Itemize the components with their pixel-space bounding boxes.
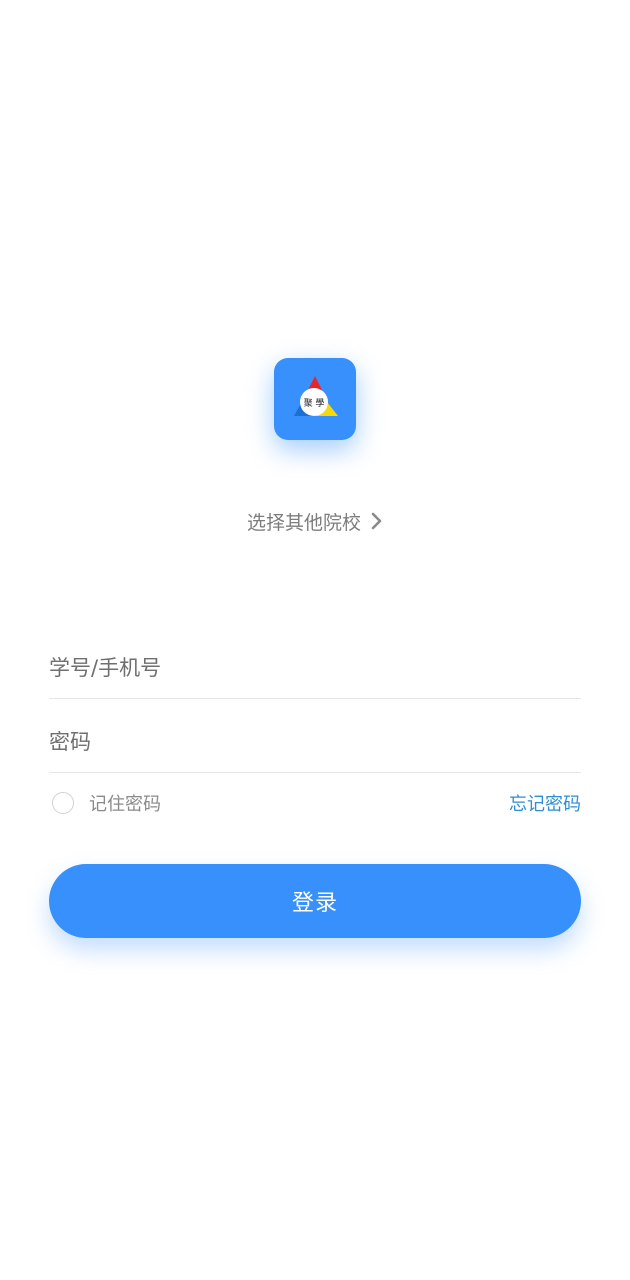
chevron-right-icon [371, 512, 382, 530]
school-logo-icon: 聚 學 [294, 376, 338, 416]
school-select-row: 选择其他院校 [0, 503, 630, 539]
password-field [49, 712, 581, 773]
app-logo: 聚 學 [274, 358, 356, 440]
remember-password-toggle[interactable]: 记住密码 [52, 790, 161, 816]
password-input[interactable] [49, 730, 581, 754]
logo-text: 聚 學 [304, 397, 325, 409]
account-field [49, 638, 581, 699]
login-page: 聚 學 选择其他院校 记住密码 忘记密码 登录 [0, 0, 630, 1280]
forgot-password-link[interactable]: 忘记密码 [509, 790, 581, 816]
select-other-school-label: 选择其他院校 [246, 511, 361, 534]
login-button[interactable]: 登录 [49, 864, 581, 938]
account-input[interactable] [49, 656, 581, 680]
remember-row: 记住密码 忘记密码 [52, 786, 581, 820]
remember-password-label: 记住密码 [89, 794, 161, 815]
remember-radio[interactable] [52, 792, 74, 814]
select-other-school-link[interactable]: 选择其他院校 [247, 508, 383, 535]
